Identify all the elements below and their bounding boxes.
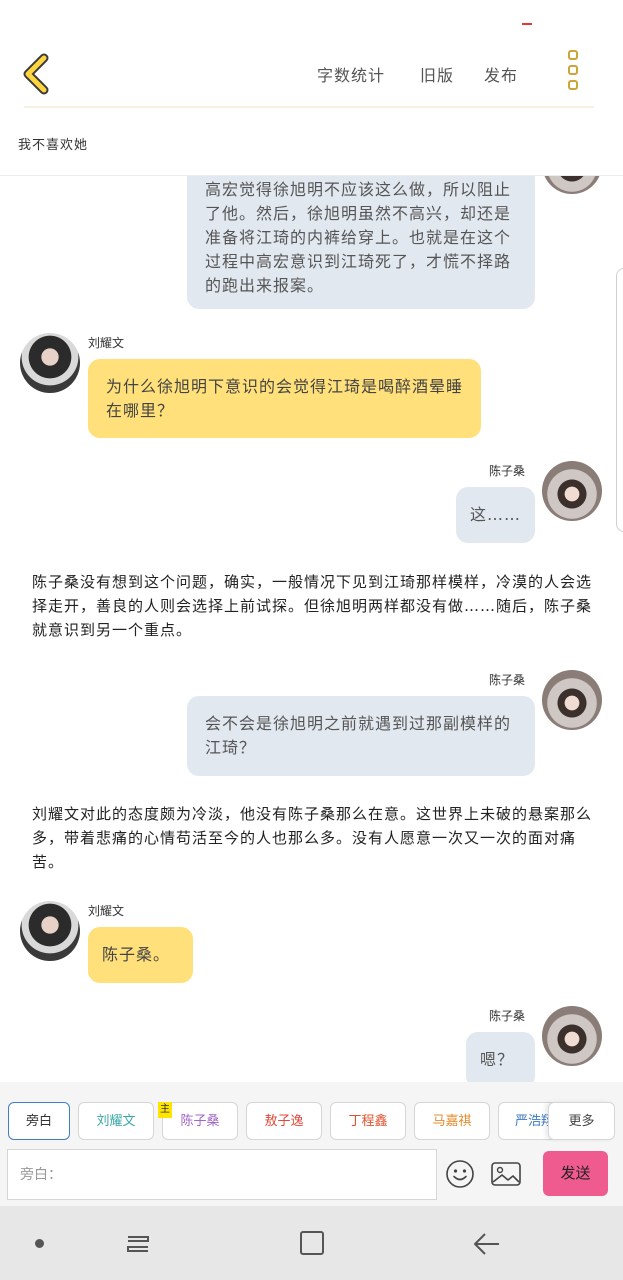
system-nav-bar	[0, 1206, 623, 1280]
speaker-name: 陈子桑	[489, 673, 526, 687]
avatar-chen-zisang[interactable]	[542, 670, 602, 730]
top-header: 字数统计 旧版 发布 我不喜欢她	[0, 0, 623, 176]
scrollbar-handle[interactable]	[616, 268, 623, 532]
send-button[interactable]: 发送	[543, 1151, 608, 1196]
message-bubble[interactable]: 这……	[456, 487, 535, 543]
header-divider	[24, 106, 594, 108]
role-chip-narrator[interactable]: 旁白	[8, 1102, 70, 1140]
more-roles-button[interactable]: 更多	[548, 1102, 615, 1140]
speaker-name: 刘耀文	[88, 336, 125, 350]
main-character-badge: 主	[158, 1102, 172, 1118]
avatar-chen-zisang[interactable]	[542, 461, 602, 521]
avatar-chen-zisang[interactable]	[542, 1006, 602, 1066]
word-count-link[interactable]: 字数统计	[317, 62, 385, 86]
role-chip-ding-chengxin[interactable]: 丁程鑫	[330, 1102, 406, 1140]
back-button[interactable]	[20, 52, 60, 96]
message-bubble[interactable]: 嗯？	[466, 1032, 535, 1082]
recent-apps-icon[interactable]	[124, 1230, 152, 1258]
narration-text[interactable]: 刘耀文对此的态度颇为冷淡，他没有陈子桑那么在意。这世界上未破的悬案那么多，带着悲…	[32, 802, 592, 874]
message-bubble[interactable]: 会不会是徐旭明之前就遇到过那副模样的江琦？	[187, 696, 535, 776]
message-bubble[interactable]: 陈子桑。	[88, 927, 193, 983]
story-title: 我不喜欢她	[18, 138, 89, 153]
notification-dash	[522, 23, 532, 25]
avatar-liu-yaowen[interactable]	[20, 901, 80, 961]
smiley-icon[interactable]	[445, 1159, 475, 1189]
publish-link[interactable]: 发布	[484, 62, 518, 86]
vertical-dots-icon[interactable]	[562, 50, 584, 98]
chat-area[interactable]: 高宏觉得徐旭明不应该这么做，所以阻止了他。然后，徐旭明虽然不高兴，却还是准备将江…	[0, 176, 623, 1082]
back-nav-icon[interactable]	[472, 1230, 502, 1258]
dot-icon[interactable]	[35, 1239, 44, 1248]
image-icon[interactable]	[490, 1160, 522, 1188]
role-selector-bar: 旁白 刘耀文 陈子桑 敖子逸 丁程鑫 马嘉祺 严浩翔 更多	[0, 1082, 623, 1142]
role-chip-liu-yaowen[interactable]: 刘耀文	[78, 1102, 154, 1140]
avatar-chen-zisang[interactable]	[542, 176, 602, 194]
chevron-left-icon	[23, 53, 49, 95]
speaker-name: 陈子桑	[489, 464, 526, 478]
speaker-name: 陈子桑	[489, 1009, 526, 1023]
speaker-name: 刘耀文	[88, 904, 125, 918]
message-bubble[interactable]: 为什么徐旭明下意识的会觉得江琦是喝醉酒晕睡在哪里？	[88, 359, 481, 438]
role-chip-ao-ziyi[interactable]: 敖子逸	[246, 1102, 322, 1140]
narration-text[interactable]: 陈子桑没有想到这个问题，确实，一般情况下见到江琦那样模样，冷漠的人会选择走开，善…	[32, 570, 592, 642]
message-bubble[interactable]: 高宏觉得徐旭明不应该这么做，所以阻止了他。然后，徐旭明虽然不高兴，却还是准备将江…	[187, 176, 535, 309]
home-icon[interactable]	[300, 1231, 324, 1255]
message-input[interactable]	[8, 1150, 436, 1199]
avatar-liu-yaowen[interactable]	[20, 333, 80, 393]
message-input-field[interactable]	[7, 1149, 437, 1200]
role-chip-chen-zisang[interactable]: 陈子桑	[162, 1102, 238, 1140]
role-chip-ma-jiaqi[interactable]: 马嘉祺	[414, 1102, 490, 1140]
old-version-link[interactable]: 旧版	[420, 62, 454, 86]
